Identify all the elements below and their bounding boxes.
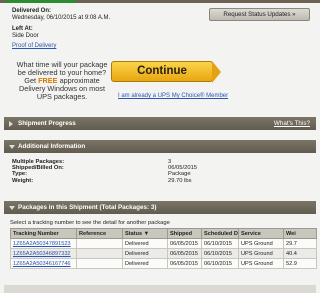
info-row: Weight: 29.70 lbs xyxy=(12,178,197,184)
reference-cell xyxy=(76,248,123,259)
delivered-status-bar xyxy=(6,0,76,3)
continue-arrow-icon[interactable] xyxy=(212,61,221,83)
weight-cell: 40.4 xyxy=(283,248,317,259)
weight-cell: 52.9 xyxy=(283,258,317,269)
table-row: 1Z65A2A50347891523 Delivered 06/05/2015 … xyxy=(10,238,317,249)
col-reference[interactable]: Reference xyxy=(76,228,123,239)
status-cell: Delivered xyxy=(122,238,168,249)
continue-button[interactable]: Continue xyxy=(111,61,213,82)
packages-instruction: Select a tracking number to see the deta… xyxy=(10,220,170,226)
weight-cell: 29.7 xyxy=(283,238,317,249)
packages-header[interactable]: Packages in this Shipment (Total Package… xyxy=(4,201,316,214)
info-label: Weight: xyxy=(12,177,34,184)
my-choice-member-link[interactable]: I am already a UPS My Choice® Member xyxy=(118,93,228,99)
reference-cell xyxy=(76,258,123,269)
additional-info-header[interactable]: Additional Information xyxy=(4,140,316,153)
collapse-arrow-icon xyxy=(9,206,15,210)
shipment-progress-header[interactable]: Shipment Progress What's This? xyxy=(4,117,316,130)
col-shipped[interactable]: Shipped xyxy=(167,228,202,239)
scheduled-cell: 06/10/2015 xyxy=(201,248,239,259)
tracking-number-link[interactable]: 1Z65A2A50347891523 xyxy=(10,238,77,249)
scheduled-cell: 06/10/2015 xyxy=(201,258,239,269)
shipped-cell: 06/05/2015 xyxy=(167,238,202,249)
proof-of-delivery-link[interactable]: Proof of Delivery xyxy=(12,43,110,50)
packages-title: Packages in this Shipment (Total Package… xyxy=(18,204,157,211)
col-tracking-number[interactable]: Tracking Number xyxy=(10,228,77,239)
left-at-value: Side Door xyxy=(12,33,39,39)
expand-arrow-icon xyxy=(9,121,13,127)
my-choice-promo: What time will your package be delivered… xyxy=(10,61,114,101)
col-status[interactable]: Status ▼ xyxy=(122,228,168,239)
request-status-updates-button[interactable]: Request Status Updates » xyxy=(209,8,310,21)
tracking-number-link[interactable]: 1Z65A2A50346167746 xyxy=(10,258,77,269)
table-row: 1Z65A2A50346167746 Delivered 06/05/2015 … xyxy=(10,258,317,269)
promo-line-5: UPS packages. xyxy=(36,92,88,101)
collapse-arrow-icon xyxy=(9,145,15,149)
info-value: 29.70 lbs xyxy=(168,177,192,184)
service-cell: UPS Ground xyxy=(238,258,284,269)
footer-strip xyxy=(4,285,316,293)
whats-this-link[interactable]: What's This? xyxy=(274,117,310,130)
tracking-number-link[interactable]: 1Z65A2A50346897332 xyxy=(10,248,77,259)
delivered-on-label: Delivered On: xyxy=(12,8,52,14)
service-cell: UPS Ground xyxy=(238,238,284,249)
delivered-on-value: Wednesday, 06/10/2015 at 9:08 A.M. xyxy=(12,15,111,21)
scheduled-cell: 06/10/2015 xyxy=(201,238,239,249)
left-at-label: Left At: xyxy=(12,26,33,32)
table-header-row: Tracking Number Reference Status ▼ Shipp… xyxy=(10,228,317,239)
status-cell: Delivered xyxy=(122,248,168,259)
additional-info-title: Additional Information xyxy=(18,143,86,150)
col-scheduled-delivery[interactable]: Scheduled Deliv xyxy=(201,228,239,239)
table-row: 1Z65A2A50346897332 Delivered 06/05/2015 … xyxy=(10,248,317,259)
packages-table: Tracking Number Reference Status ▼ Shipp… xyxy=(10,228,317,269)
status-cell: Delivered xyxy=(122,258,168,269)
col-weight[interactable]: Wei xyxy=(283,228,317,239)
col-service[interactable]: Service xyxy=(238,228,284,239)
additional-info-body: Multiple Packages: 3 Shipped/Billed On: … xyxy=(12,159,197,184)
shipment-progress-title: Shipment Progress xyxy=(18,120,76,127)
shipped-cell: 06/05/2015 xyxy=(167,258,202,269)
service-cell: UPS Ground xyxy=(238,248,284,259)
delivery-details: Delivered On: Wednesday, 06/10/2015 at 9… xyxy=(12,8,110,50)
shipped-cell: 06/05/2015 xyxy=(167,248,202,259)
reference-cell xyxy=(76,238,123,249)
